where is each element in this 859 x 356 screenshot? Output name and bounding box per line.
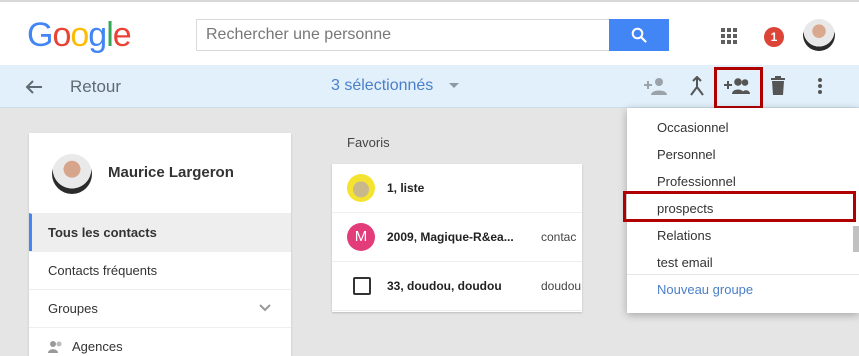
apps-grid-icon[interactable] xyxy=(721,28,737,44)
sidebar-card: Maurice Largeron Tous les contacts Conta… xyxy=(29,133,291,356)
sidebar-item-label: Groupes xyxy=(48,301,98,316)
merge-icon[interactable] xyxy=(684,75,710,97)
contact-email: contac xyxy=(541,230,577,244)
sidebar-item-label: Tous les contacts xyxy=(48,225,157,240)
notification-badge[interactable]: 1 xyxy=(764,27,784,47)
top-header: Google 1 xyxy=(0,0,859,65)
more-vert-icon[interactable] xyxy=(807,75,833,97)
google-logo[interactable]: Google xyxy=(27,16,132,55)
delete-icon[interactable] xyxy=(765,75,791,97)
menu-scrollbar[interactable] xyxy=(853,226,859,252)
search-box xyxy=(196,19,669,51)
row-checkbox[interactable] xyxy=(353,277,371,295)
new-group-link[interactable]: Nouveau groupe xyxy=(657,282,753,297)
logo-letter: o xyxy=(70,16,89,54)
add-contact-icon[interactable] xyxy=(643,75,669,97)
highlight-box-toolbar xyxy=(714,67,763,109)
avatar: M xyxy=(347,223,375,251)
section-title: Favoris xyxy=(347,135,390,150)
menu-item-test-email[interactable]: test email xyxy=(627,249,859,276)
search-button[interactable] xyxy=(609,19,669,51)
list-item[interactable]: 33, doudou, doudou doudou xyxy=(332,262,582,311)
chevron-down-icon[interactable] xyxy=(449,83,459,88)
contact-name: 33, doudou, doudou xyxy=(387,279,502,293)
logo-letter: g xyxy=(88,16,107,54)
menu-item-relations[interactable]: Relations xyxy=(627,222,859,249)
chevron-down-icon[interactable] xyxy=(259,304,271,312)
highlight-box-menu xyxy=(623,191,856,222)
logo-letter: G xyxy=(27,16,53,54)
sidebar-item-groups[interactable]: Groupes xyxy=(29,289,291,327)
contact-name: 2009, Magique-R&ea... xyxy=(387,230,514,244)
contact-email: doudou xyxy=(541,279,582,293)
avatar[interactable] xyxy=(52,154,92,194)
list-item[interactable]: 1, liste xyxy=(332,164,582,213)
sidebar-item-label: Contacts fréquents xyxy=(48,263,158,278)
contact-name: 1, liste xyxy=(387,181,425,195)
sidebar-item-all-contacts[interactable]: Tous les contacts xyxy=(29,213,291,251)
avatar xyxy=(347,174,375,202)
back-label[interactable]: Retour xyxy=(70,77,121,97)
logo-letter: o xyxy=(52,16,71,54)
contact-list: 1, liste M 2009, Magique-R&ea... contac … xyxy=(332,164,582,312)
menu-item-occasionnel[interactable]: Occasionnel xyxy=(627,114,859,141)
list-item[interactable]: M 2009, Magique-R&ea... contac xyxy=(332,213,582,262)
back-arrow-icon[interactable] xyxy=(24,77,44,97)
profile-name[interactable]: Maurice Largeron xyxy=(108,164,234,181)
logo-letter: e xyxy=(112,16,132,54)
group-icon xyxy=(48,341,62,353)
selected-count[interactable]: 3 sélectionnés xyxy=(331,77,433,95)
search-icon xyxy=(631,27,647,43)
sidebar-item-frequent[interactable]: Contacts fréquents xyxy=(29,251,291,289)
account-avatar[interactable] xyxy=(803,19,835,51)
menu-item-personnel[interactable]: Personnel xyxy=(627,141,859,168)
sidebar-item-agences[interactable]: Agences xyxy=(29,327,291,356)
search-input[interactable] xyxy=(197,20,610,50)
divider xyxy=(627,274,859,275)
sidebar-item-label: Agences xyxy=(72,339,123,354)
